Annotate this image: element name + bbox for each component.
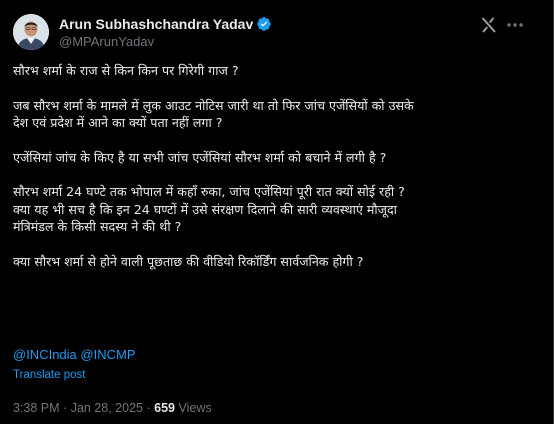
more-options-icon[interactable] bbox=[505, 15, 525, 35]
views-count: 659 bbox=[154, 401, 175, 415]
author-handle[interactable]: @MPArunYadav bbox=[59, 34, 154, 49]
author-display-name[interactable]: Arun Subhashchandra Yadav bbox=[59, 16, 253, 32]
translate-post-link[interactable]: Translate post bbox=[13, 369, 85, 381]
post-card: Arun Subhashchandra Yadav @MPArunYadav स… bbox=[0, 0, 554, 424]
post-mentions: @INCIndia @INCMP bbox=[13, 347, 136, 362]
post-metadata: 3:38 PM · Jan 28, 2025 · 659 Views bbox=[13, 401, 212, 415]
avatar-image bbox=[13, 14, 49, 50]
post-line: सौरभ शर्मा 24 घण्टे तक भोपाल में कहाँ रु… bbox=[13, 184, 405, 199]
meta-separator: · bbox=[63, 401, 68, 415]
post-paragraph-4: सौरभ शर्मा 24 घण्टे तक भोपाल में कहाँ रु… bbox=[13, 183, 538, 236]
post-paragraph-3: एजेंसियां जांच के किए है या सभी जांच एजे… bbox=[13, 149, 538, 167]
mention-link-incmp[interactable]: @INCMP bbox=[80, 347, 135, 362]
views-label: Views bbox=[178, 401, 212, 415]
meta-separator: · bbox=[146, 401, 151, 415]
post-paragraph-1: सौरभ शर्मा के राज से किन किन पर गिरेगी ग… bbox=[13, 62, 538, 80]
verified-badge-icon bbox=[256, 16, 272, 32]
post-line: देश एवं प्रदेश में आने का क्यों पता नहीं… bbox=[13, 115, 223, 130]
post-line: मंत्रिमंडल के किसी सदस्य ने की थी ? bbox=[13, 219, 182, 234]
post-line: एजेंसियां जांच के किए है या सभी जांच एजे… bbox=[13, 149, 387, 165]
post-paragraph-5: क्या सौरभ शर्मा से होने वाली पूछताछ की व… bbox=[13, 253, 538, 271]
post-paragraph-2: जब सौरभ शर्मा के मामले में लुक आउट नोटिस… bbox=[13, 97, 538, 132]
author-avatar[interactable] bbox=[13, 14, 49, 50]
post-text: सौरभ शर्मा के राज से किन किन पर गिरेगी ग… bbox=[13, 62, 538, 270]
post-line: सौरभ शर्मा के राज से किन किन पर गिरेगी ग… bbox=[13, 63, 239, 78]
post-time[interactable]: 3:38 PM bbox=[13, 401, 60, 415]
post-line: क्या यह भी सच है कि इन 24 घण्टों में उसे… bbox=[13, 201, 397, 217]
post-line: जब सौरभ शर्मा के मामले में लुक आउट नोटिस… bbox=[13, 97, 414, 113]
post-date[interactable]: Jan 28, 2025 bbox=[71, 401, 143, 415]
mention-link-incindia[interactable]: @INCIndia bbox=[13, 347, 77, 362]
post-line: क्या सौरभ शर्मा से होने वाली पूछताछ की व… bbox=[13, 253, 364, 269]
grok-icon[interactable] bbox=[480, 16, 498, 34]
author-name-row: Arun Subhashchandra Yadav bbox=[59, 15, 272, 33]
